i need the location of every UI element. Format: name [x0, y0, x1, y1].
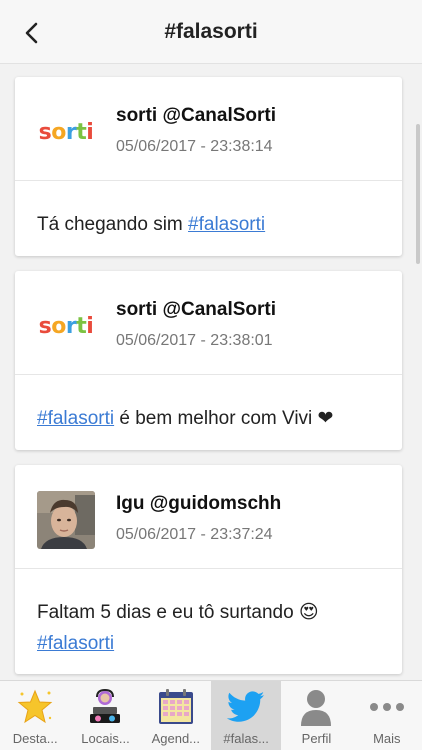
sorti-logo: sorti: [37, 103, 95, 161]
tweet-header: Igu @guidomschh 05/06/2017 - 23:37:24: [15, 465, 402, 569]
tweet-text-before: Faltam 5 dias e eu tô surtando 😍: [37, 602, 319, 623]
hashtag-link[interactable]: #falasorti: [188, 214, 265, 235]
tweet-card[interactable]: Igu @guidomschh 05/06/2017 - 23:37:24 Fa…: [15, 465, 402, 674]
tweet-text: Faltam 5 dias e eu tô surtando 😍 #falaso…: [15, 569, 402, 659]
header-bar: #falasorti: [0, 0, 422, 64]
tweet-feed[interactable]: sorti sorti @CanalSorti 05/06/2017 - 23:…: [0, 64, 422, 680]
tweet-timestamp: 05/06/2017 - 23:38:14: [116, 138, 273, 155]
avatar[interactable]: [37, 491, 95, 549]
logo-letter: t: [76, 119, 87, 145]
sorti-logo: sorti: [37, 297, 95, 355]
tweet-text: Tá chegando sim #falasorti: [15, 181, 402, 240]
tab-label: Perfil: [301, 731, 332, 746]
logo-letter: s: [38, 119, 52, 145]
tweet-header: sorti sorti @CanalSorti 05/06/2017 - 23:…: [15, 271, 402, 375]
avatar[interactable]: sorti: [37, 103, 95, 161]
hashtag-link[interactable]: #falasorti: [37, 633, 114, 654]
logo-letter: s: [38, 313, 52, 339]
star-icon: [15, 687, 55, 727]
tab-bar: Desta... Locais... Agend... #falas... Pe…: [0, 680, 422, 750]
twitter-bird-icon: [226, 687, 266, 727]
logo-letter: o: [51, 313, 66, 339]
tab-label: Desta...: [12, 731, 58, 746]
logo-letter: r: [65, 313, 77, 339]
tab-label: Agend...: [151, 731, 201, 746]
dj-icon: [85, 687, 125, 727]
logo-letter: r: [65, 119, 77, 145]
tweet-text-after: é bem melhor com Vivi ❤: [114, 408, 334, 429]
tweet-user[interactable]: Igu @guidomschh: [116, 493, 281, 515]
logo-letter: o: [51, 119, 66, 145]
scrollbar[interactable]: [416, 124, 420, 264]
tab-label: Locais...: [81, 731, 130, 746]
person-icon: [296, 687, 336, 727]
tab-destaques[interactable]: Desta...: [0, 681, 70, 750]
tweet-user[interactable]: sorti @CanalSorti: [116, 105, 276, 127]
tab-perfil[interactable]: Perfil: [281, 681, 351, 750]
tab-mais[interactable]: Mais: [352, 681, 422, 750]
logo-letter: i: [86, 119, 94, 145]
tab-label: Mais: [373, 731, 401, 746]
tab-falasorti[interactable]: #falas...: [210, 681, 282, 750]
tab-agenda[interactable]: Agend...: [141, 681, 211, 750]
calendar-icon: [156, 687, 196, 727]
tweet-header: sorti sorti @CanalSorti 05/06/2017 - 23:…: [15, 77, 402, 181]
tweet-text: #falasorti é bem melhor com Vivi ❤: [15, 375, 402, 434]
tab-label: #falas...: [223, 731, 269, 746]
hashtag-link[interactable]: #falasorti: [37, 408, 114, 429]
tweet-card[interactable]: sorti sorti @CanalSorti 05/06/2017 - 23:…: [15, 77, 402, 256]
user-photo: [37, 491, 95, 549]
logo-letter: t: [76, 313, 87, 339]
tweet-timestamp: 05/06/2017 - 23:37:24: [116, 526, 273, 543]
tab-locais[interactable]: Locais...: [70, 681, 140, 750]
tweet-card[interactable]: sorti sorti @CanalSorti 05/06/2017 - 23:…: [15, 271, 402, 450]
tweet-user[interactable]: sorti @CanalSorti: [116, 299, 276, 321]
avatar[interactable]: sorti: [37, 297, 95, 355]
tweet-timestamp: 05/06/2017 - 23:38:01: [116, 332, 273, 349]
tweet-text-before: Tá chegando sim: [37, 214, 189, 235]
page-title: #falasorti: [164, 20, 258, 43]
logo-letter: i: [86, 313, 94, 339]
more-dots-icon: [367, 687, 407, 727]
